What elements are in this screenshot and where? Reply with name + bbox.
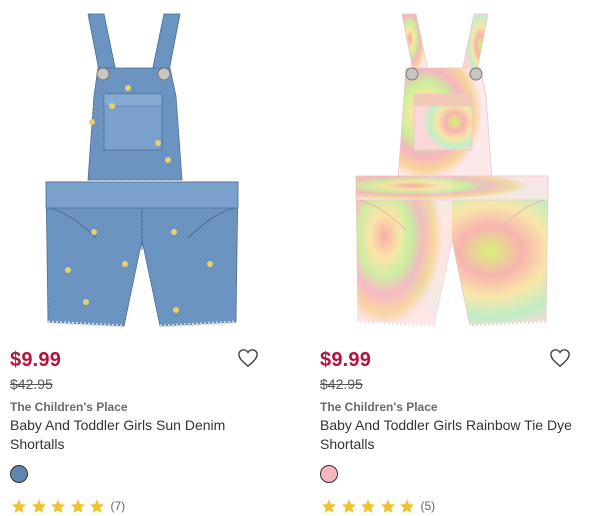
star-icon — [341, 498, 356, 513]
star-icon — [321, 498, 337, 513]
sale-price: $9.99 — [320, 349, 372, 371]
star-icon — [380, 498, 395, 513]
brand-name: The Children's Place — [10, 400, 128, 414]
product-title[interactable]: Baby And Toddler Girls Rainbow Tie Dye S… — [320, 416, 590, 454]
favorite-heart-icon[interactable] — [237, 348, 259, 368]
star-icon — [360, 498, 376, 513]
rating: (7) — [10, 497, 125, 515]
product-image[interactable] — [310, 0, 593, 338]
star-icon — [11, 498, 27, 513]
favorite-heart-icon[interactable] — [549, 348, 571, 368]
original-price: $42.95 — [10, 376, 53, 392]
original-price: $42.95 — [320, 376, 363, 392]
product-card[interactable]: $9.99 $42.95 The Children's Place Baby A… — [310, 0, 593, 516]
product-title[interactable]: Baby And Toddler Girls Sun Denim Shortal… — [10, 416, 280, 454]
color-swatch[interactable] — [10, 465, 28, 483]
review-count[interactable]: (7) — [111, 499, 126, 513]
product-card[interactable]: $9.99 $42.95 The Children's Place Baby A… — [0, 0, 285, 516]
review-count[interactable]: (5) — [421, 499, 436, 513]
star-icon — [89, 498, 105, 513]
star-icon — [50, 498, 66, 513]
star-icon — [70, 498, 85, 513]
color-swatch[interactable] — [320, 465, 338, 483]
sale-price: $9.99 — [10, 349, 62, 371]
star-icon — [31, 498, 46, 513]
rating: (5) — [320, 497, 435, 515]
brand-name: The Children's Place — [320, 400, 438, 414]
star-icon — [399, 498, 415, 513]
product-image[interactable] — [0, 0, 285, 338]
